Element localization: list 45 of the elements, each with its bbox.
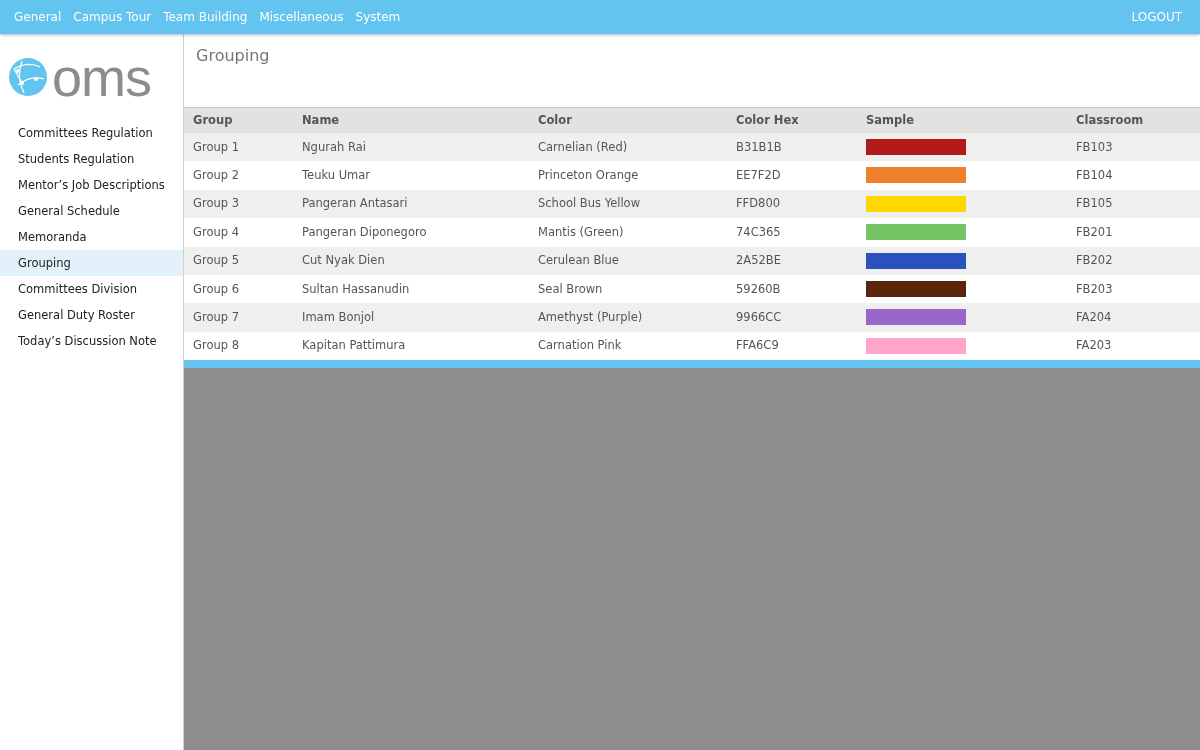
table-cell: FB201 xyxy=(1067,218,1200,247)
table-cell: School Bus Yellow xyxy=(529,189,727,219)
globe-logo-icon xyxy=(8,57,48,97)
table-cell: EE7F2D xyxy=(727,161,857,190)
table-cell: Sultan Hassanudin xyxy=(293,274,529,304)
table-cell: Pangeran Diponegoro xyxy=(293,218,529,247)
column-header: Color Hex xyxy=(727,108,857,133)
table-cell: Group 5 xyxy=(184,246,293,275)
logo-wordmark: oms xyxy=(52,50,151,104)
table-cell: Imam Bonjol xyxy=(293,303,529,332)
table-cell: Group 2 xyxy=(184,161,293,190)
table-cell: 9966CC xyxy=(727,303,857,332)
table-cell: Mantis (Green) xyxy=(529,218,727,247)
table-cell: FB105 xyxy=(1067,189,1200,219)
table-cell: FB203 xyxy=(1067,274,1200,304)
table-cell: Teuku Umar xyxy=(293,161,529,190)
table-cell: Group 1 xyxy=(184,133,293,162)
column-header: Group xyxy=(184,108,293,133)
page-title: Grouping xyxy=(195,45,271,67)
column-header: Classroom xyxy=(1067,108,1200,133)
table-cell: FA204 xyxy=(1067,303,1200,332)
table-cell: Ngurah Rai xyxy=(293,133,529,162)
column-header: Name xyxy=(293,108,529,133)
table-cell: Pangeran Antasari xyxy=(293,189,529,219)
table-cell: Princeton Orange xyxy=(529,161,727,190)
table-cell: Cerulean Blue xyxy=(529,246,727,275)
table-cell: Group 3 xyxy=(184,189,293,219)
table-cell: 59260B xyxy=(727,274,857,304)
table-cell: Group 7 xyxy=(184,303,293,332)
table-cell: FB104 xyxy=(1067,161,1200,190)
table-cell: Cut Nyak Dien xyxy=(293,246,529,275)
sidebar-item[interactable]: Grouping xyxy=(0,250,183,276)
table-cell: FB202 xyxy=(1067,246,1200,275)
table-cell: Amethyst (Purple) xyxy=(529,303,727,332)
table-cell: 74C365 xyxy=(727,218,857,247)
table-cell: Carnelian (Red) xyxy=(529,133,727,162)
table-cell: Seal Brown xyxy=(529,274,727,304)
column-header: Color xyxy=(529,108,727,133)
table-cell: Group 6 xyxy=(184,274,293,304)
table-cell: B31B1B xyxy=(727,133,857,162)
column-header: Sample xyxy=(857,108,1067,133)
table-cell: Group 4 xyxy=(184,218,293,247)
table-cell: 2A52BE xyxy=(727,246,857,275)
table-cell: FFD800 xyxy=(727,189,857,219)
table-cell: FB103 xyxy=(1067,133,1200,162)
